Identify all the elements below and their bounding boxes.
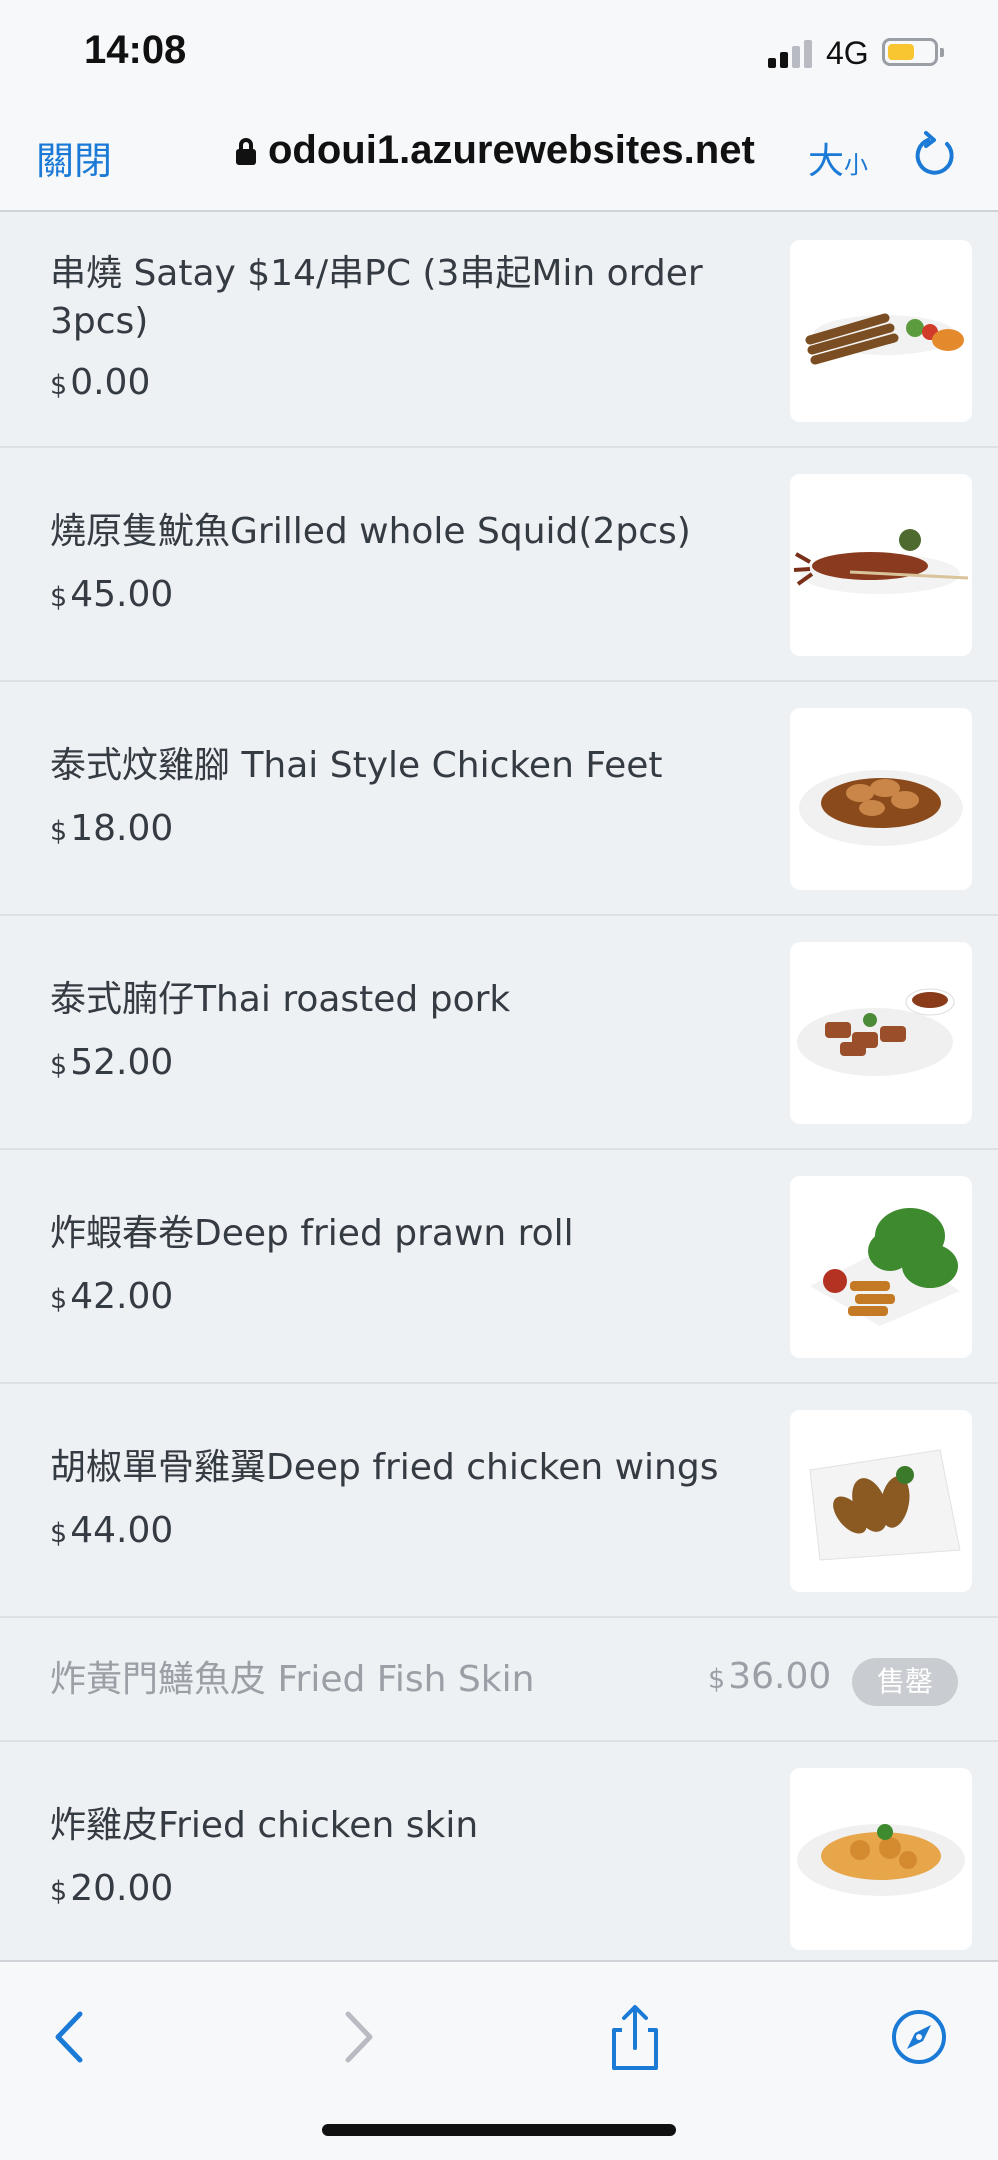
item-price: $20.00 [50, 1868, 174, 1909]
chicken-feet-image[interactable] [790, 708, 972, 890]
prawn-roll-image[interactable] [790, 1176, 972, 1358]
status-time: 14:08 [84, 28, 187, 72]
url-text: odoui1.azurewebsites.net [268, 128, 755, 172]
menu-item[interactable]: 泰式炆雞腳 Thai Style Chicken Feet $18.00 [0, 682, 998, 916]
item-name: 泰式炆雞腳 Thai Style Chicken Feet [50, 745, 663, 786]
menu-item[interactable]: 胡椒單骨雞翼Deep fried chicken wings $44.00 [0, 1384, 998, 1618]
reload-icon[interactable] [910, 130, 960, 180]
home-indicator[interactable] [322, 2124, 676, 2136]
lock-icon [236, 137, 256, 165]
text-size-big-label: 大 [808, 141, 845, 182]
signal-icon [768, 38, 814, 68]
network-type: 4G [826, 35, 869, 71]
item-price: $44.00 [50, 1510, 174, 1551]
item-price: $0.00 [50, 362, 151, 403]
satay-skewers-image[interactable] [790, 240, 972, 422]
item-name: 胡椒單骨雞翼Deep fried chicken wings [50, 1447, 719, 1488]
battery-fill [888, 44, 914, 60]
browser-address-bar: 關閉 odoui1.azurewebsites.net 大小 [0, 110, 998, 212]
menu-item[interactable]: 炸蝦春卷Deep fried prawn roll $42.00 [0, 1150, 998, 1384]
url-display[interactable]: odoui1.azurewebsites.net [236, 128, 755, 173]
chicken-wings-image[interactable] [790, 1410, 972, 1592]
back-icon[interactable] [36, 2002, 106, 2072]
status-bar: 14:08 4G [0, 0, 998, 110]
item-price: $18.00 [50, 808, 174, 849]
forward-icon[interactable] [322, 2002, 392, 2072]
item-price: $42.00 [50, 1276, 174, 1317]
soldout-menu-item[interactable]: 炸黃門鱔魚皮 Fried Fish Skin $36.00 售罄 [0, 1618, 998, 1742]
menu-list: 串燒 Satay $14/串PC (3串起Min order 3pcs) $0.… [0, 212, 998, 1962]
item-name: 炸蝦春卷Deep fried prawn roll [50, 1213, 574, 1254]
sold-out-badge: 售罄 [852, 1658, 958, 1706]
close-button[interactable]: 關閉 [36, 130, 112, 185]
item-price: $45.00 [50, 574, 174, 615]
text-size-button[interactable]: 大小 [808, 132, 868, 184]
compass-icon[interactable] [884, 2002, 954, 2072]
roasted-pork-image[interactable] [790, 942, 972, 1124]
share-icon[interactable] [600, 2002, 670, 2072]
battery-icon [882, 38, 944, 66]
item-price: $36.00 [708, 1656, 832, 1697]
grilled-squid-image[interactable] [790, 474, 972, 656]
item-name: 泰式腩仔Thai roasted pork [50, 979, 511, 1020]
item-name: 串燒 Satay $14/串PC (3串起Min order 3pcs) [50, 253, 703, 342]
text-size-small-label: 小 [844, 151, 869, 179]
item-name: 炸雞皮Fried chicken skin [50, 1805, 479, 1846]
chicken-skin-image[interactable] [790, 1768, 972, 1950]
item-price: $52.00 [50, 1042, 174, 1083]
menu-item[interactable]: 燒原隻魷魚Grilled whole Squid(2pcs) $45.00 [0, 448, 998, 682]
menu-item[interactable]: 串燒 Satay $14/串PC (3串起Min order 3pcs) $0.… [0, 212, 998, 448]
item-name: 燒原隻魷魚Grilled whole Squid(2pcs) [50, 511, 691, 552]
menu-item[interactable]: 炸雞皮Fried chicken skin $20.00 [0, 1742, 998, 1962]
item-name: 炸黃門鱔魚皮 Fried Fish Skin [50, 1659, 535, 1700]
menu-item[interactable]: 泰式腩仔Thai roasted pork $52.00 [0, 916, 998, 1150]
